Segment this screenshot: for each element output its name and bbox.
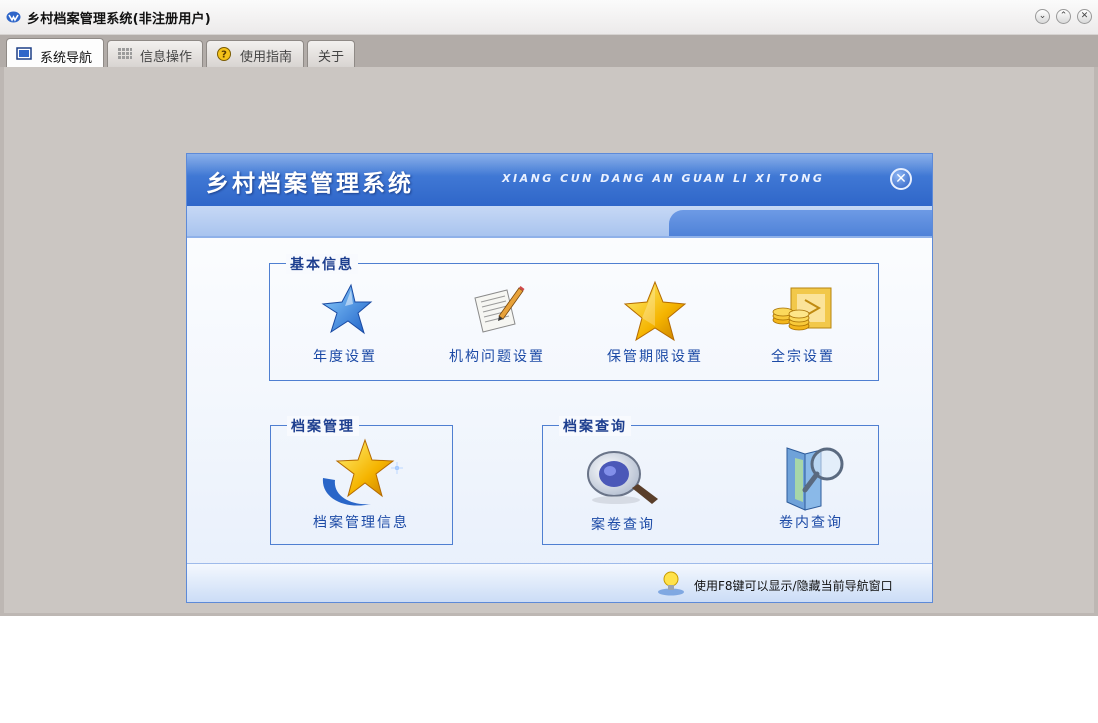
tab-user-guide[interactable]: ? 使用指南 xyxy=(206,40,304,67)
close-window-button[interactable]: ✕ xyxy=(1077,9,1092,24)
navigation-panel: 乡村档案管理系统 XIANG CUN DANG AN GUAN LI XI TO… xyxy=(186,153,933,603)
item-label: 保管期限设置 xyxy=(607,349,703,365)
gold-star-icon xyxy=(623,280,687,342)
group-legend: 档案管理 xyxy=(287,416,359,436)
group-legend: 档案查询 xyxy=(559,416,631,436)
close-icon: ✕ xyxy=(1080,11,1089,21)
window-title: 乡村档案管理系统(非注册用户) xyxy=(27,12,211,27)
retention-period-settings-button[interactable]: 保管期限设置 xyxy=(590,280,720,366)
panel-footer: 使用F8键可以显示/隐藏当前导航窗口 xyxy=(187,563,932,602)
in-volume-query-button[interactable]: 卷内查询 xyxy=(746,440,876,532)
item-label: 全宗设置 xyxy=(771,349,835,365)
blue-star-icon xyxy=(321,283,373,335)
item-label: 卷内查询 xyxy=(779,515,843,531)
volume-query-button[interactable]: 案卷查询 xyxy=(558,448,688,534)
panel-title: 乡村档案管理系统 xyxy=(206,171,414,197)
window-titlebar: 乡村档案管理系统(非注册用户) ⌄ ⌃ ✕ xyxy=(0,0,1098,35)
app-logo-icon xyxy=(6,11,21,23)
lightbulb-icon xyxy=(658,571,684,596)
grid-icon xyxy=(118,48,132,59)
panel-header-band xyxy=(187,206,932,236)
group-archive-query: 档案查询 案卷查询 卷内查询 xyxy=(542,416,879,545)
maximize-button[interactable]: ⌃ xyxy=(1056,9,1071,24)
coins-folder-icon xyxy=(772,287,832,331)
item-label: 年度设置 xyxy=(313,349,377,365)
monitor-icon xyxy=(16,47,32,60)
help-icon: ? xyxy=(217,47,231,61)
group-archive-management: 档案管理 档案管理信息 xyxy=(270,416,453,545)
close-icon: ✕ xyxy=(895,171,907,187)
tab-label: 关于 xyxy=(318,50,345,65)
item-label: 案卷查询 xyxy=(591,517,655,533)
item-label: 机构问题设置 xyxy=(449,349,545,365)
chevron-up-icon: ⌃ xyxy=(1059,11,1068,21)
minimize-button[interactable]: ⌄ xyxy=(1035,9,1050,24)
chevron-down-icon: ⌄ xyxy=(1038,11,1047,21)
group-legend: 基本信息 xyxy=(286,254,358,274)
document-pencil-icon xyxy=(474,286,525,333)
f8-hint-text: 使用F8键可以显示/隐藏当前导航窗口 xyxy=(694,579,893,593)
panel-subtitle: XIANG CUN DANG AN GUAN LI XI TONG xyxy=(502,172,825,185)
org-issue-settings-button[interactable]: 机构问题设置 xyxy=(432,280,562,366)
svg-text:?: ? xyxy=(221,50,227,61)
group-basic-info: 基本信息 年度设置 机构问题设置 保管期限设置 全宗设置 xyxy=(269,254,879,381)
tab-about[interactable]: 关于 xyxy=(307,40,355,67)
star-swirl-icon xyxy=(322,438,403,506)
tab-label: 系统导航 xyxy=(40,51,93,66)
folder-search-icon xyxy=(786,447,844,511)
tab-label: 信息操作 xyxy=(140,50,193,65)
year-settings-button[interactable]: 年度设置 xyxy=(280,280,410,366)
panel-header: 乡村档案管理系统 XIANG CUN DANG AN GUAN LI XI TO… xyxy=(187,154,932,206)
tab-strip: 系统导航 信息操作 ? 使用指南 关于 xyxy=(0,35,1098,68)
tab-label: 使用指南 xyxy=(240,50,293,65)
tab-system-navigation[interactable]: 系统导航 xyxy=(6,38,104,68)
item-label: 档案管理信息 xyxy=(313,515,409,531)
archive-management-info-button[interactable]: 档案管理信息 xyxy=(296,438,426,532)
tab-info-operation[interactable]: 信息操作 xyxy=(107,40,203,67)
magnifier-icon xyxy=(587,451,658,504)
fonds-settings-button[interactable]: 全宗设置 xyxy=(738,280,868,366)
close-panel-button[interactable]: ✕ xyxy=(890,168,912,190)
